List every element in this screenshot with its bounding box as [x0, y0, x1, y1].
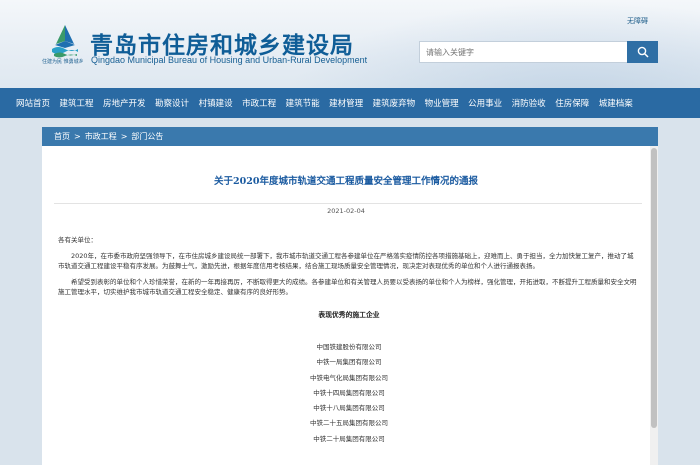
nav-item-energy-saving[interactable]: 建筑节能: [286, 97, 320, 109]
nav-item-archives[interactable]: 城建档案: [599, 97, 633, 109]
scrollbar-thumb[interactable]: [651, 148, 657, 428]
nav-item-materials[interactable]: 建材管理: [329, 97, 363, 109]
nav-item-property[interactable]: 物业管理: [425, 97, 459, 109]
article-salutation: 各有关单位：: [58, 236, 97, 244]
nav-item-housing-security[interactable]: 住房保障: [555, 97, 589, 109]
company-list-item: 中铁二十五局集团有限公司: [310, 419, 388, 428]
nav-item-waste[interactable]: 建筑废弃物: [373, 97, 416, 109]
main-nav: 网站首页 建筑工程 房地产开发 勘察设计 村镇建设 市政工程 建筑节能 建材管理…: [0, 88, 700, 118]
article: 关于2020年度城市轨道交通工程质量安全管理工作情况的通报 2021-02-04…: [42, 146, 650, 465]
company-list-item: 中铁二十局集团有限公司: [313, 434, 385, 443]
section-heading: 表现优秀的施工企业: [318, 310, 380, 319]
nav-item-survey-design[interactable]: 勘察设计: [155, 97, 189, 109]
article-divider: [54, 203, 642, 204]
article-paragraph: 2020年，在市委市政府坚强领导下，在市住房城乡建设局统一部署下，我市城市轨道交…: [58, 251, 634, 271]
article-body: 各有关单位： 2020年，在市委市政府坚强领导下，在市住房城乡建设局统一部署下，…: [58, 235, 640, 447]
search-button[interactable]: [627, 41, 658, 63]
search-input[interactable]: [419, 41, 627, 63]
breadcrumb: 首页 > 市政工程 > 部门公告: [42, 127, 658, 146]
content-panel: 首页 > 市政工程 > 部门公告 关于2020年度城市轨道交通工程质量安全管理工…: [42, 127, 658, 465]
sail-logo-icon[interactable]: [50, 24, 80, 58]
site-header: 住建为民 惟勇城乡 青岛市住房和城乡建设局 Qingdao Municipal …: [0, 0, 700, 88]
nav-item-construction[interactable]: 建筑工程: [60, 97, 94, 109]
article-paragraph: 希望受到表彰的单位和个人珍惜荣誉，在新的一年再接再厉，不断取得更大的成绩。各参建…: [58, 277, 637, 297]
company-list-item: 中铁电气化局集团有限公司: [310, 373, 388, 382]
nav-item-village-town[interactable]: 村镇建设: [199, 97, 233, 109]
breadcrumb-municipal[interactable]: 市政工程: [85, 131, 117, 142]
nav-item-utilities[interactable]: 公用事业: [468, 97, 502, 109]
company-list-item: 中铁十八局集团有限公司: [313, 404, 385, 413]
barrier-free-link[interactable]: 无障碍: [627, 16, 648, 26]
site-subtitle: Qingdao Municipal Bureau of Housing and …: [91, 55, 368, 65]
search-icon: [637, 46, 649, 58]
company-list-item: 中铁十四局集团有限公司: [313, 388, 385, 397]
company-list-item: 中国铁建股份有限公司: [316, 343, 382, 351]
breadcrumb-separator: >: [74, 132, 81, 141]
nav-item-home[interactable]: 网站首页: [16, 97, 50, 109]
logo-slogan: 住建为民 惟勇城乡: [42, 59, 84, 65]
article-title: 关于2020年度城市轨道交通工程质量安全管理工作情况的通报: [214, 176, 478, 187]
article-scrollbar[interactable]: [650, 146, 658, 465]
nav-item-real-estate[interactable]: 房地产开发: [103, 97, 146, 109]
company-list-item: 中铁一局集团有限公司: [316, 358, 382, 367]
breadcrumb-home[interactable]: 首页: [54, 131, 70, 142]
nav-item-municipal[interactable]: 市政工程: [242, 97, 276, 109]
breadcrumb-notices[interactable]: 部门公告: [131, 131, 163, 142]
nav-item-fire-acceptance[interactable]: 消防验收: [512, 97, 546, 109]
breadcrumb-separator: >: [120, 132, 128, 141]
article-date: 2021-02-04: [327, 207, 365, 215]
